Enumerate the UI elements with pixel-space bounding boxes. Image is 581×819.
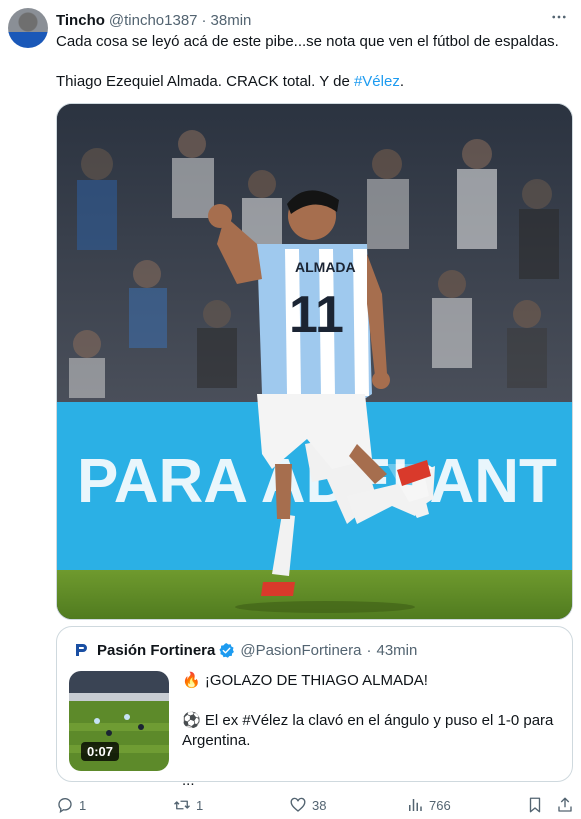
tweet-time[interactable]: 38min xyxy=(211,12,252,29)
like-count: 38 xyxy=(312,797,327,813)
pasion-fortinera-logo-icon xyxy=(76,644,87,656)
quoted-time[interactable]: 43min xyxy=(376,642,417,659)
share-button[interactable] xyxy=(556,795,579,815)
tweet-text-suffix: . xyxy=(399,73,404,90)
quoted-tweet-header: Pasión Fortinera @PasionFortinera · 43mi… xyxy=(73,639,560,661)
tweet-photo[interactable]: PARA ADELANT ALMADA 11 xyxy=(56,103,573,620)
views-button[interactable]: 766 xyxy=(406,795,451,815)
quoted-text-line-1: 🔥 ¡GOLAZO DE THIAGO ALMADA! xyxy=(182,672,428,689)
author-handle[interactable]: @tincho1387 xyxy=(109,12,198,29)
reply-button[interactable]: 1 xyxy=(56,795,86,815)
retweet-icon xyxy=(174,800,190,810)
tweet-text-line-1: Cada cosa se leyó acá de este pibe...se … xyxy=(56,33,559,50)
bookmark-icon xyxy=(529,797,541,813)
separator-dot: · xyxy=(201,11,207,29)
tweet-header: Tincho @tincho1387 · 38min xyxy=(56,10,567,30)
verified-badge-icon xyxy=(219,642,235,658)
author-avatar[interactable] xyxy=(8,8,48,48)
quoted-video-thumbnail[interactable]: 0:07 xyxy=(69,671,169,771)
reply-count: 1 xyxy=(79,797,87,813)
retweet-button[interactable]: 1 xyxy=(173,795,203,815)
jersey-name: ALMADA xyxy=(295,259,356,275)
share-icon xyxy=(558,797,572,812)
heart-icon xyxy=(290,797,306,812)
tweet-text-line-2: Thiago Ezequiel Almada. CRACK total. Y d… xyxy=(56,72,571,92)
quoted-tweet[interactable]: Pasión Fortinera @PasionFortinera · 43mi… xyxy=(56,626,573,789)
reply-icon xyxy=(58,798,72,814)
video-duration: 0:07 xyxy=(81,742,120,761)
tweet-text: Cada cosa se leyó acá de este pibe...se … xyxy=(56,32,571,92)
jersey-number: 11 xyxy=(289,286,344,344)
quoted-author-handle[interactable]: @PasionFortinera xyxy=(240,642,361,659)
hashtag-link[interactable]: #Vélez xyxy=(354,73,400,90)
quoted-tweet-text: 🔥 ¡GOLAZO DE THIAGO ALMADA! ⚽ El ex #Vél… xyxy=(182,671,562,791)
quoted-separator-dot: · xyxy=(366,641,372,659)
action-bar: 1 1 38 766 xyxy=(56,795,573,815)
like-button[interactable]: 38 xyxy=(289,795,326,815)
quoted-text-line-2: ⚽ El ex #Vélez la clavó en el ángulo y p… xyxy=(182,712,554,749)
views-chart-icon xyxy=(409,799,422,811)
quoted-author-name[interactable]: Pasión Fortinera xyxy=(97,642,215,659)
tweet-text-prefix: Thiago Ezequiel Almada. CRACK total. Y d… xyxy=(56,73,354,90)
quoted-text-line-3: ... xyxy=(182,772,195,789)
retweet-count: 1 xyxy=(196,797,204,813)
more-dots-icon[interactable] xyxy=(549,8,569,28)
author-name[interactable]: Tincho xyxy=(56,12,105,29)
bookmark-button[interactable] xyxy=(526,795,549,815)
view-count: 766 xyxy=(429,797,451,813)
